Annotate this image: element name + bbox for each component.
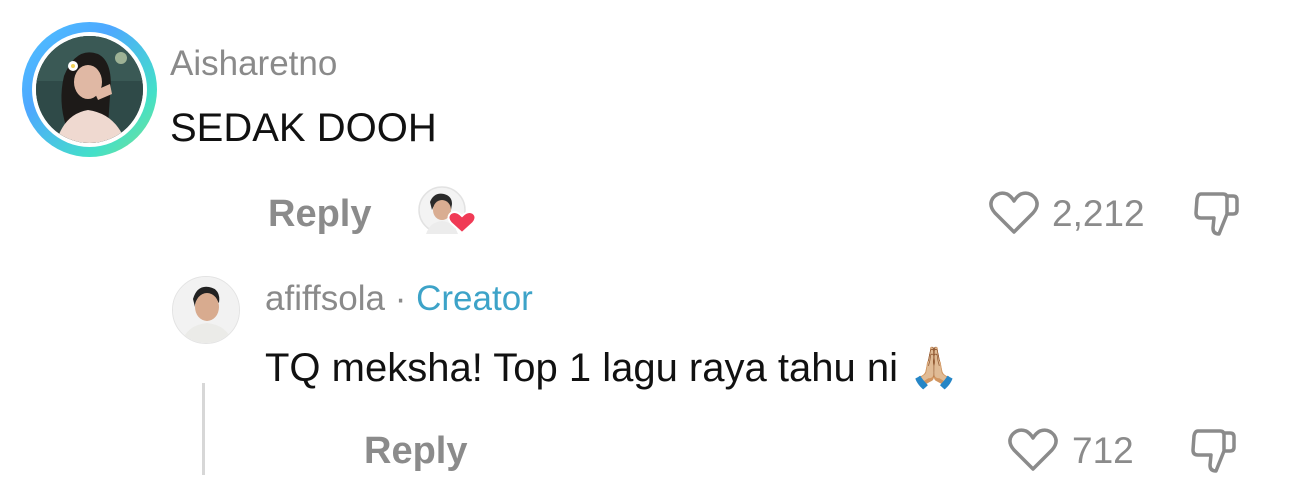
heart-outline-icon[interactable] [988, 190, 1040, 236]
avatar-ring-gap [32, 32, 147, 147]
reply-button[interactable]: Reply [364, 430, 467, 473]
reply-button[interactable]: Reply [268, 193, 371, 236]
thumbs-down-icon[interactable] [1193, 190, 1241, 238]
like-count: 2,212 [1052, 193, 1145, 234]
reply-comment: TQ meksha! Top 1 lagu raya tahu ni 🙏🏼 [265, 344, 959, 391]
thumbs-down-icon[interactable] [1190, 427, 1238, 475]
creator-liked-badge [418, 186, 477, 236]
comment-username[interactable]: Aisharetno [170, 44, 337, 84]
avatar[interactable] [172, 276, 240, 344]
avatar-story-ring[interactable] [22, 22, 157, 157]
like-count: 712 [1072, 430, 1134, 471]
comment-text: SEDAK DOOH [170, 106, 437, 150]
avatar [36, 36, 143, 143]
reply-text: TQ meksha! Top 1 lagu raya tahu ni [265, 346, 898, 390]
reply-username-row: afiffsola · Creator [265, 279, 533, 319]
creator-badge: Creator [416, 279, 533, 318]
thread-line [202, 383, 205, 475]
separator-dot: · [385, 279, 417, 318]
praying-hands-emoji: 🙏🏼 [909, 346, 959, 390]
reply-username[interactable]: afiffsola [265, 279, 385, 318]
heart-outline-icon[interactable] [1007, 427, 1059, 473]
